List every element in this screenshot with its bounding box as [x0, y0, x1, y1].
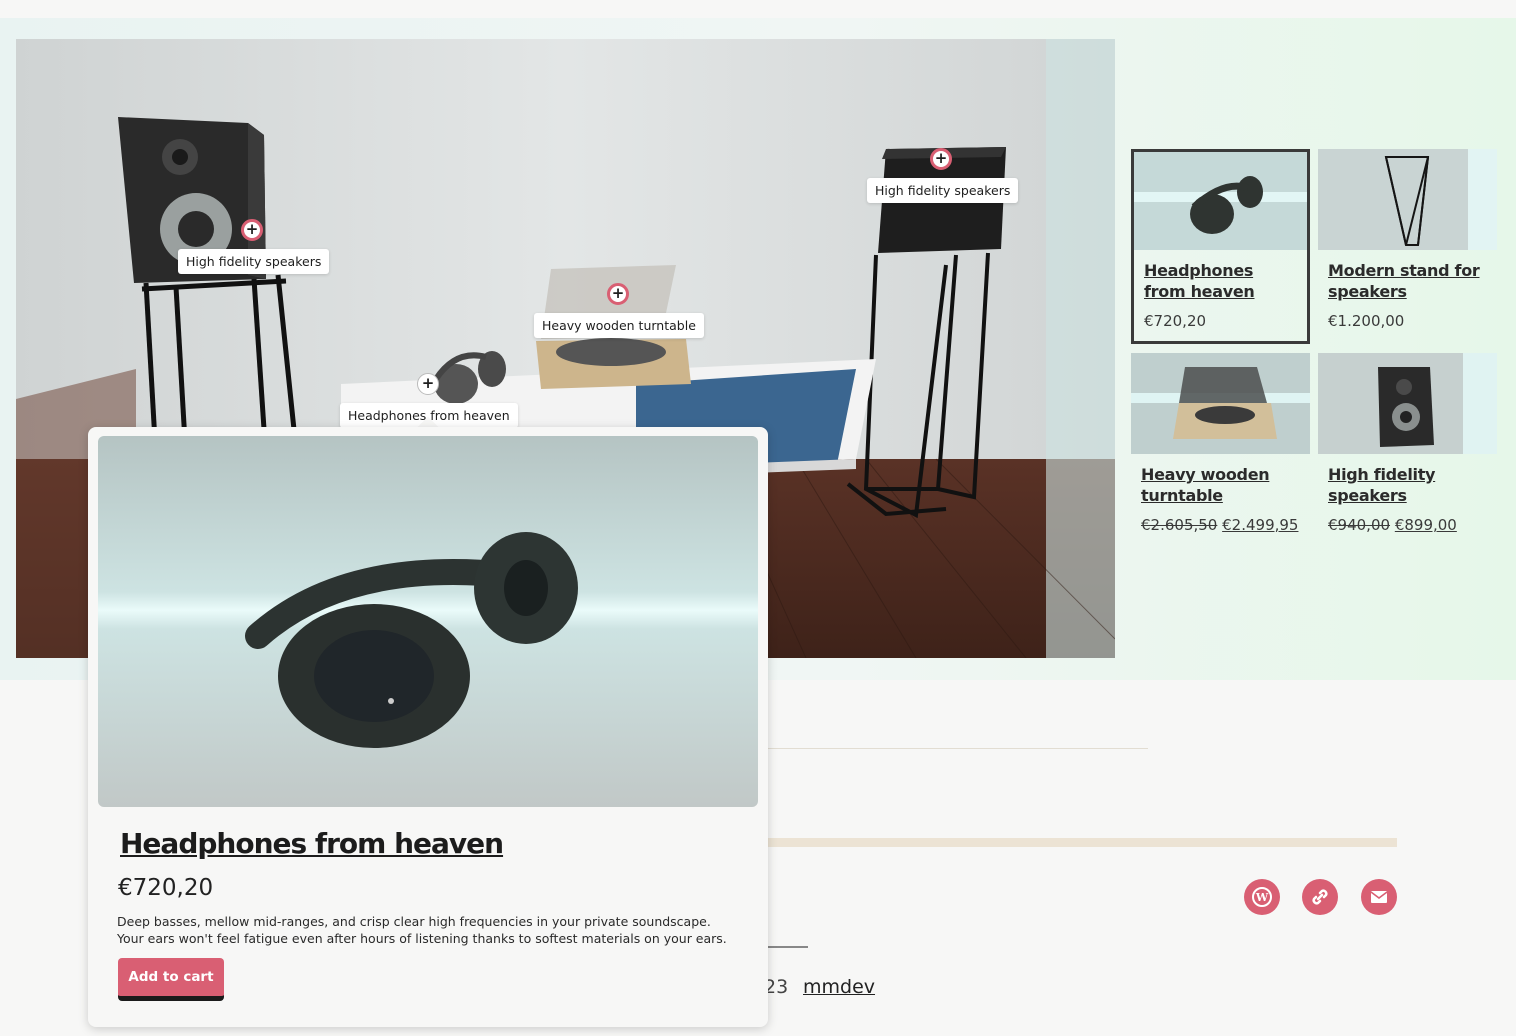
old-price: €940,00: [1328, 516, 1391, 534]
divider: [768, 748, 1148, 749]
product-price: €720,20: [1144, 312, 1207, 330]
product-card-turntable[interactable]: Heavy wooden turntable €2.605,50 €2.499,…: [1131, 353, 1310, 548]
credit-link[interactable]: mmdev: [803, 976, 875, 998]
hotspot-label: Heavy wooden turntable: [534, 313, 704, 338]
divider: [768, 946, 808, 948]
hotspot-label: High fidelity speakers: [867, 178, 1019, 203]
hotspot-speaker-left[interactable]: +: [241, 219, 263, 241]
headphones-image: [1134, 152, 1307, 250]
product-thumbnail[interactable]: [1134, 152, 1307, 250]
product-thumbnail[interactable]: [1131, 353, 1310, 454]
svg-text:W: W: [1255, 891, 1269, 904]
popup-price: €720,20: [118, 875, 214, 901]
product-card-stand[interactable]: Modern stand for speakers €1.200,00: [1318, 149, 1497, 344]
product-title-link[interactable]: High fidelity speakers: [1328, 464, 1487, 506]
link-icon[interactable]: [1302, 879, 1338, 915]
old-price: €2.605,50: [1141, 516, 1218, 534]
wordpress-icon[interactable]: W: [1244, 879, 1280, 915]
hotspot-label: High fidelity speakers: [178, 249, 330, 274]
product-thumbnail[interactable]: [1318, 353, 1497, 454]
product-price: €940,00 €899,00: [1328, 516, 1487, 534]
popup-product-image: [98, 436, 758, 807]
turntable-image: [1131, 353, 1310, 454]
headphones-image: [98, 436, 758, 807]
product-title-link[interactable]: Heavy wooden turntable: [1141, 464, 1300, 506]
mail-icon[interactable]: [1361, 879, 1397, 915]
product-title-link[interactable]: Modern stand for speakers: [1328, 260, 1487, 302]
product-price: €2.605,50 €2.499,95: [1141, 516, 1300, 534]
sale-price: €2.499,95: [1222, 516, 1299, 534]
popup-product-title[interactable]: Headphones from heaven: [120, 827, 504, 860]
hotspot-speaker-right[interactable]: +: [930, 148, 952, 170]
product-title-link[interactable]: Headphones from heaven: [1144, 260, 1297, 302]
speaker-image: [1318, 353, 1497, 454]
product-popup: Headphones from heaven €720,20 Deep bass…: [88, 427, 768, 1027]
product-card-headphones[interactable]: Headphones from heaven €720,20: [1131, 149, 1310, 344]
product-card-speakers[interactable]: High fidelity speakers €940,00 €899,00: [1318, 353, 1497, 548]
footer-bar: [768, 838, 1397, 847]
add-to-cart-button[interactable]: Add to cart: [118, 958, 224, 999]
hotspot-headphones[interactable]: +: [417, 373, 439, 395]
product-price: €1.200,00: [1328, 312, 1405, 330]
stand-image: [1318, 149, 1497, 250]
sale-price: €899,00: [1394, 516, 1457, 534]
hotspot-turntable[interactable]: +: [607, 283, 629, 305]
product-thumbnail[interactable]: [1318, 149, 1497, 250]
popup-description: Deep basses, mellow mid-ranges, and cris…: [117, 914, 727, 946]
